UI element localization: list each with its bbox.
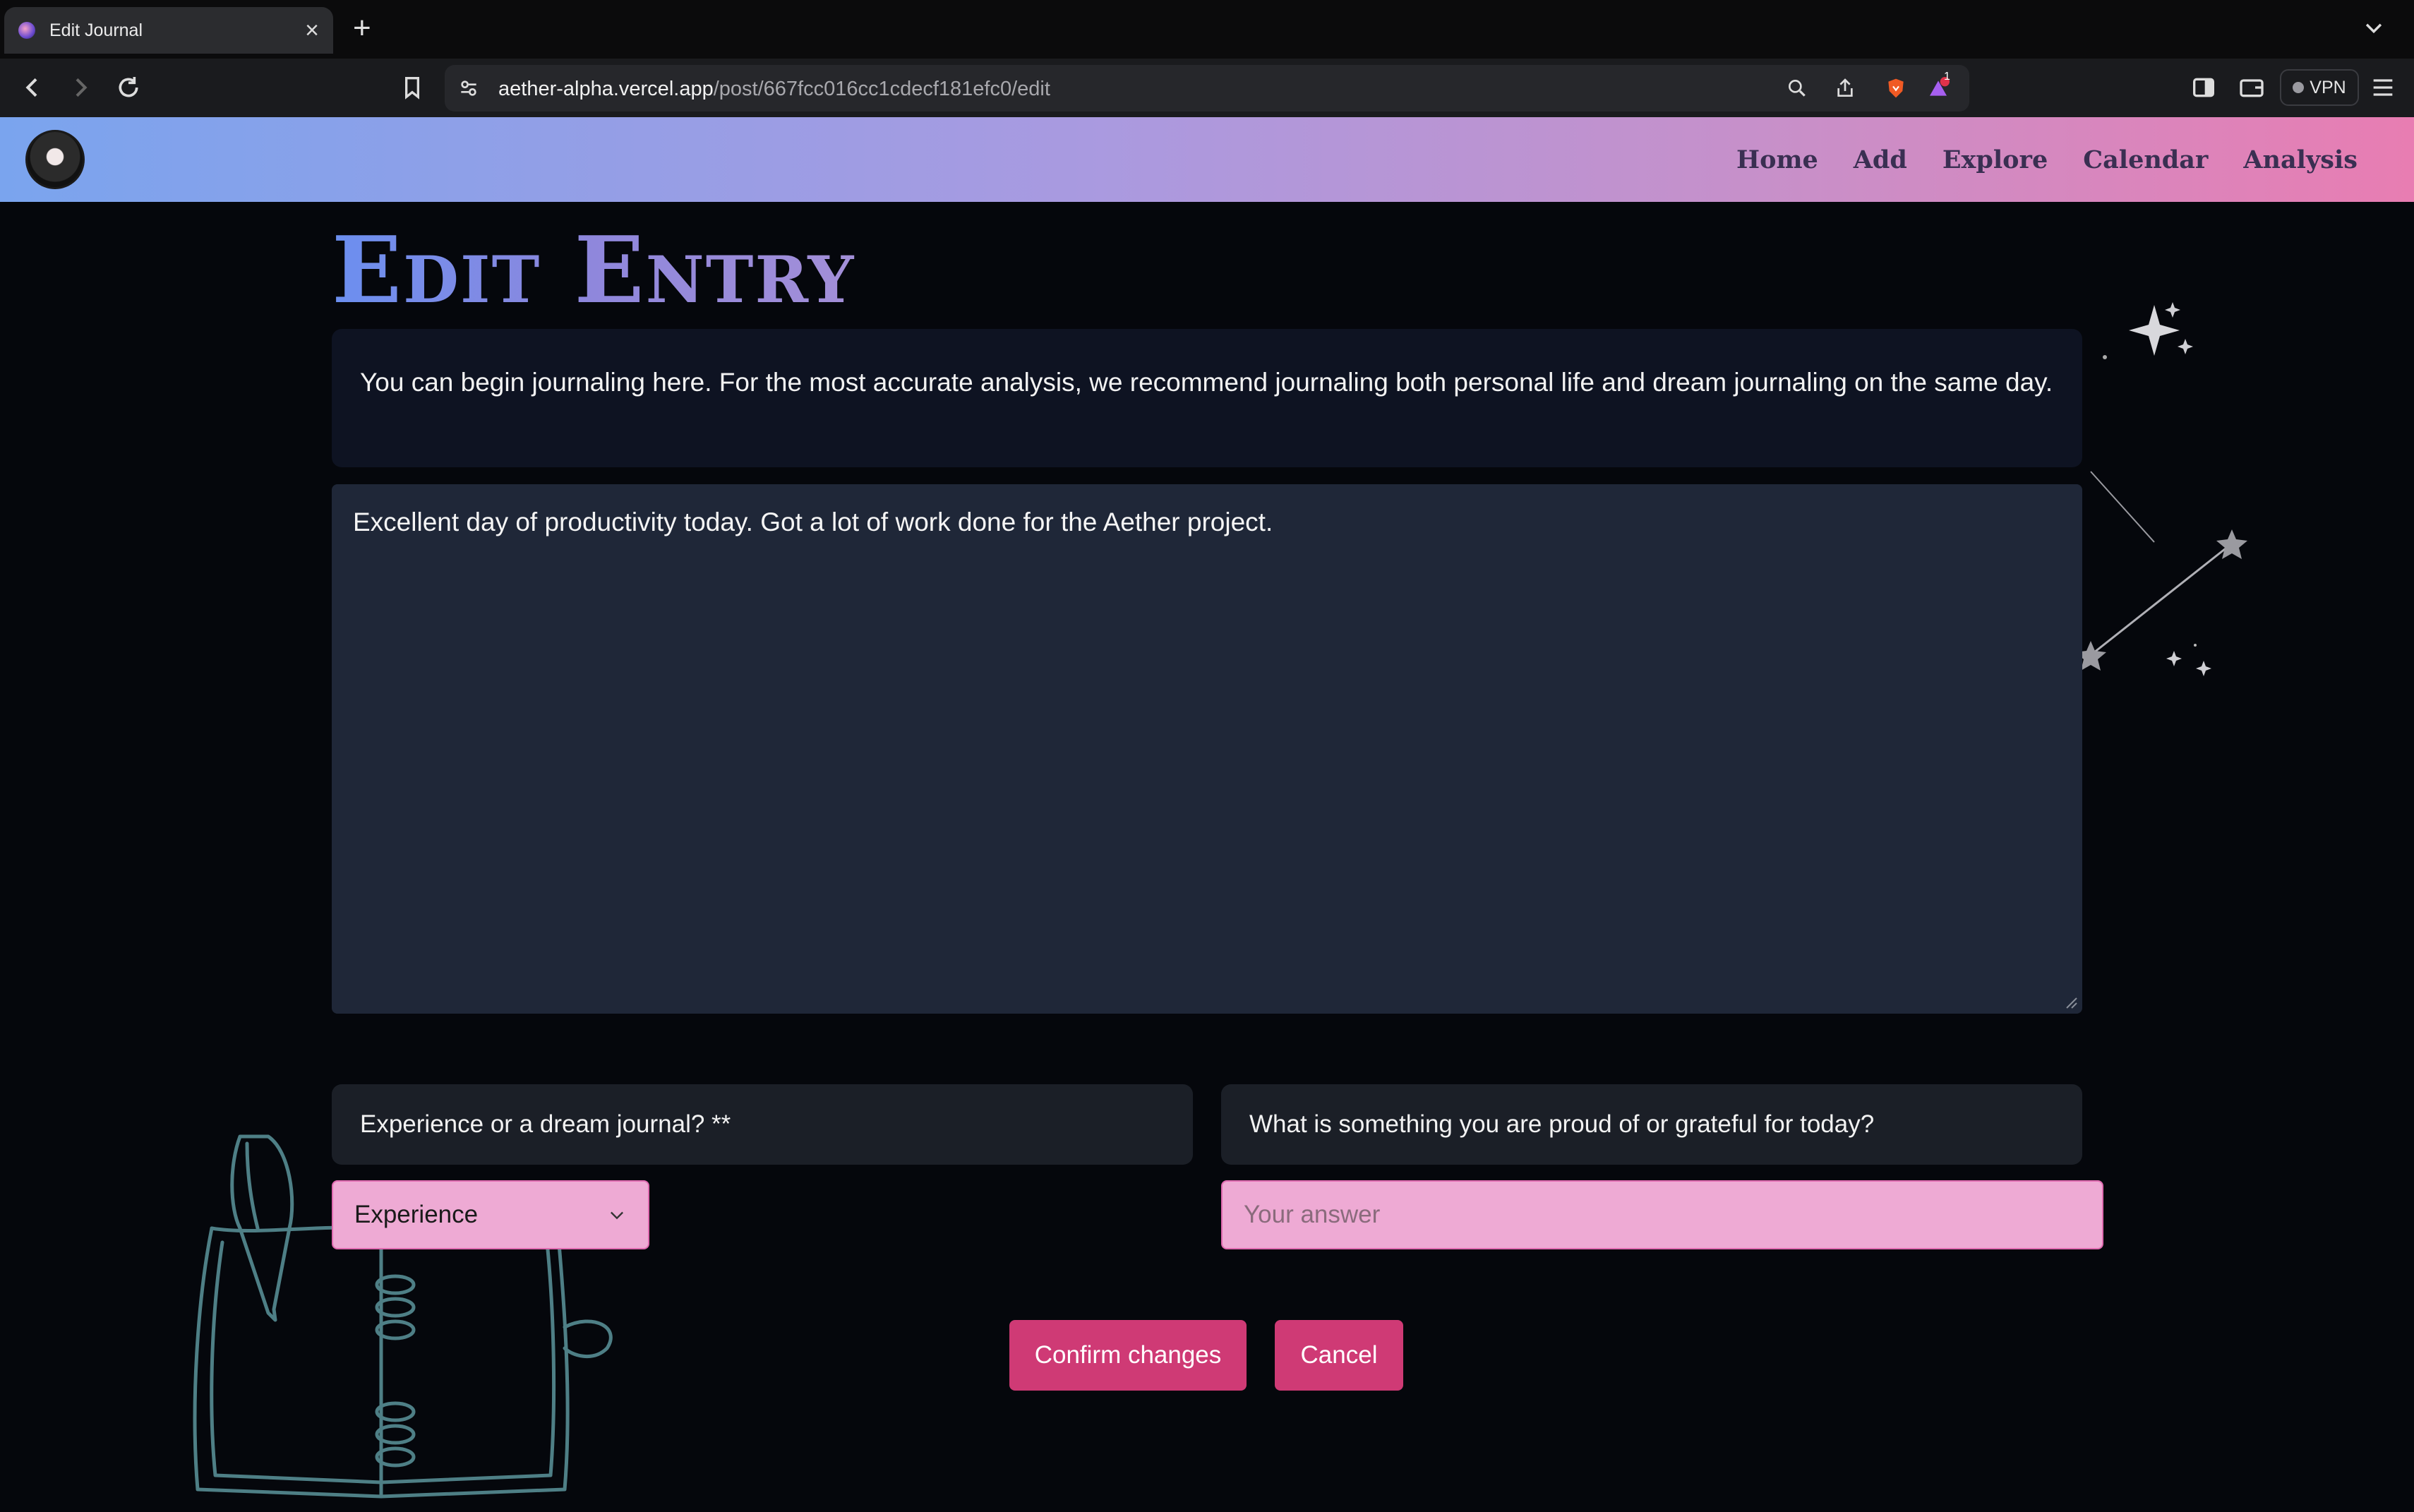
nav-add[interactable]: Add [1854, 145, 1907, 174]
chevron-down-icon [611, 1211, 623, 1220]
gratitude-placeholder: Your answer [1244, 1201, 1381, 1228]
resize-handle-icon[interactable] [2064, 995, 2078, 1009]
chevron-down-icon[interactable] [2362, 16, 2386, 40]
new-tab-icon[interactable]: + [353, 13, 371, 44]
nav-home[interactable]: Home [1736, 145, 1818, 174]
app-header: Home Add Explore Calendar Analysis [0, 117, 2414, 202]
journal-textarea[interactable]: Excellent day of productivity today. Got… [332, 484, 2082, 1014]
url-host: aether-alpha.vercel.app [498, 78, 714, 100]
vpn-status-icon [2293, 82, 2305, 93]
zoom-icon[interactable] [1786, 77, 1808, 100]
reload-icon[interactable] [114, 73, 143, 102]
address-bar[interactable]: aether-alpha.vercel.app/post/667fcc016cc… [445, 65, 1969, 112]
share-icon[interactable] [1834, 77, 1856, 100]
nav-explore[interactable]: Explore [1942, 145, 2048, 174]
back-icon[interactable] [18, 73, 47, 102]
intro-text: You can begin journaling here. For the m… [332, 329, 2082, 467]
forward-icon[interactable] [66, 73, 95, 102]
bookmark-icon[interactable] [398, 73, 426, 102]
cancel-button[interactable]: Cancel [1275, 1320, 1403, 1391]
sidebar-icon[interactable] [2190, 73, 2218, 102]
nav-calendar[interactable]: Calendar [2083, 145, 2208, 174]
browser-tab-bar: Edit Journal × + [0, 0, 2414, 59]
nav-analysis[interactable]: Analysis [2243, 145, 2358, 174]
vpn-button[interactable]: VPN [2280, 69, 2359, 106]
menu-icon[interactable] [2369, 73, 2397, 102]
journal-type-select[interactable]: Experience [332, 1180, 649, 1249]
journal-type-value: Experience [354, 1201, 479, 1228]
browser-toolbar: aether-alpha.vercel.app/post/667fcc016cc… [0, 59, 2414, 117]
close-tab-icon[interactable]: × [305, 18, 319, 42]
avatar[interactable] [25, 130, 85, 189]
url-path: /post/667fcc016cc1cdecf181efc0/edit [713, 78, 1050, 100]
page-title: Edit Entry [332, 216, 855, 324]
browser-tab[interactable]: Edit Journal × [4, 7, 333, 54]
site-settings-icon[interactable] [457, 77, 480, 100]
tab-title: Edit Journal [49, 20, 143, 40]
brave-shield-icon[interactable] [1885, 77, 1907, 100]
url-text: aether-alpha.vercel.app/post/667fcc016cc… [498, 78, 1050, 101]
gratitude-question: What is something you are proud of or gr… [1221, 1084, 2082, 1165]
journal-type-question: Experience or a dream journal? ** [332, 1084, 1193, 1165]
confirm-changes-button[interactable]: Confirm changes [1009, 1320, 1247, 1391]
main-nav: Home Add Explore Calendar Analysis [1736, 117, 2358, 202]
vpn-label: VPN [2310, 77, 2346, 97]
gratitude-answer-input[interactable]: Your answer [1221, 1180, 2103, 1249]
wallet-icon[interactable] [2238, 73, 2266, 102]
rewards-badge: 1 [1944, 71, 1950, 83]
journal-text: Excellent day of productivity today. Got… [353, 508, 1273, 536]
site-favicon-icon [18, 22, 35, 39]
